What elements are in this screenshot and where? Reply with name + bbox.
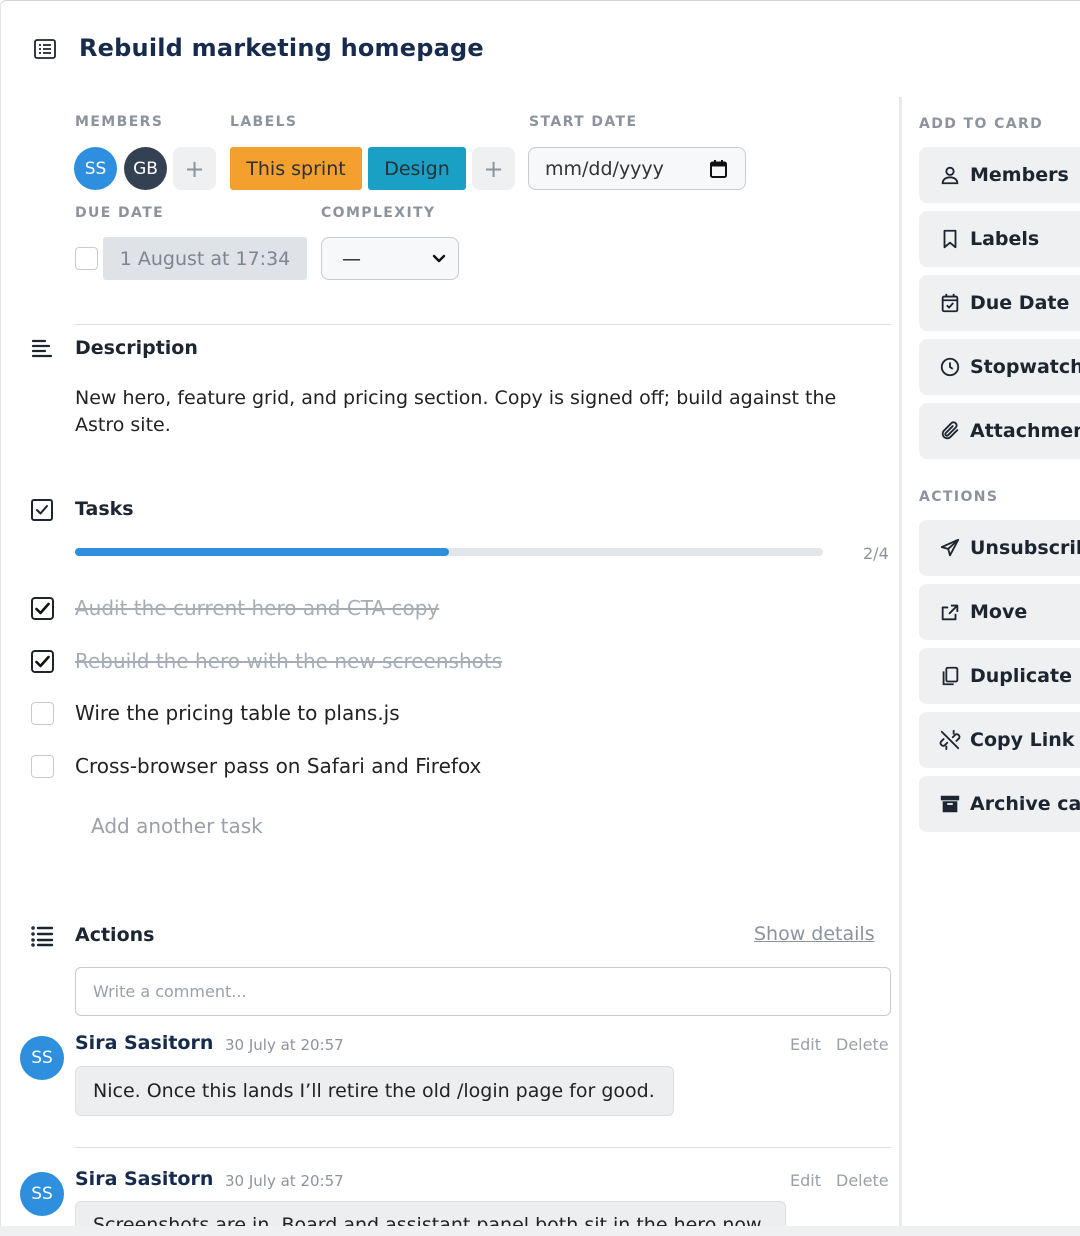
- comment-avatar[interactable]: SS: [20, 1172, 64, 1216]
- members-label: MEMBERS: [75, 114, 164, 130]
- task-checkbox[interactable]: [31, 755, 54, 778]
- sidebar-button-label: Members: [970, 164, 1069, 186]
- start-date-placeholder: mm/dd/yyyy: [545, 157, 664, 180]
- tasks-progress-fill: [75, 548, 449, 556]
- checkbox-icon: [31, 499, 53, 521]
- user-icon: [941, 166, 959, 185]
- sidebar-due-date-button[interactable]: Due Date: [919, 275, 1080, 331]
- card-title[interactable]: Rebuild marketing homepage: [79, 34, 484, 62]
- sidebar-button-label: Archive card: [970, 793, 1080, 815]
- member-avatar[interactable]: SS: [74, 147, 117, 190]
- sidebar-stopwatch-button[interactable]: Stopwatch: [919, 339, 1080, 395]
- sidebar-button-label: Move: [970, 601, 1028, 623]
- activity-list-icon: [31, 926, 54, 947]
- due-date-label: DUE DATE: [75, 205, 165, 221]
- task-checkbox[interactable]: [31, 650, 54, 673]
- tasks-progress-text: 2/4: [863, 544, 889, 563]
- comment-author: Sira Sasitorn: [75, 1168, 214, 1190]
- sidebar-members-button[interactable]: Members: [919, 147, 1080, 203]
- task-text[interactable]: Rebuild the hero with the new screenshot…: [75, 649, 502, 673]
- comment-time: 30 July at 20:57: [225, 1172, 344, 1190]
- comment-avatar[interactable]: SS: [20, 1036, 64, 1080]
- task-text[interactable]: Cross-browser pass on Safari and Firefox: [75, 754, 481, 778]
- add-to-card-label: ADD TO CARD: [919, 116, 1044, 132]
- chevron-down-icon: [432, 254, 446, 263]
- bookmark-icon: [943, 229, 957, 249]
- archive-icon: [940, 795, 960, 813]
- comment-author: Sira Sasitorn: [75, 1032, 214, 1054]
- description-text[interactable]: New hero, feature grid, and pricing sect…: [75, 385, 865, 439]
- calendar-icon[interactable]: [710, 160, 727, 178]
- clock-icon: [940, 357, 960, 377]
- card-modal: Rebuild marketing homepage MEMBERS LABEL…: [0, 0, 1080, 1226]
- sidebar-duplicate-button[interactable]: Duplicate: [919, 648, 1080, 704]
- tasks-title: Tasks: [75, 498, 134, 520]
- add-member-button[interactable]: +: [173, 147, 216, 190]
- complexity-value: —: [342, 247, 361, 270]
- comment-edit-link[interactable]: Edit: [790, 1035, 821, 1054]
- sidebar-button-label: Duplicate: [970, 665, 1072, 687]
- paper-plane-icon: [940, 538, 960, 557]
- sidebar-attachment-button[interactable]: Attachment: [919, 403, 1080, 459]
- paperclip-icon: [941, 421, 959, 440]
- tasks-progress-bar: [75, 548, 823, 556]
- divider: [75, 324, 891, 325]
- sidebar-labels-button[interactable]: Labels: [919, 211, 1080, 267]
- card-list-icon: [34, 39, 56, 59]
- copy-icon: [942, 666, 959, 686]
- card-main: Rebuild marketing homepage MEMBERS LABEL…: [1, 1, 901, 1226]
- comment-time: 30 July at 20:57: [225, 1036, 344, 1054]
- show-details-link[interactable]: Show details: [754, 923, 875, 945]
- sidebar-archive-button[interactable]: Archive card: [919, 776, 1080, 832]
- description-title: Description: [75, 337, 198, 359]
- share-icon: [941, 604, 959, 621]
- sidebar-divider: [899, 97, 902, 1226]
- due-date-button[interactable]: 1 August at 17:34: [103, 237, 307, 280]
- due-date-checkbox[interactable]: [75, 247, 98, 270]
- sidebar-button-label: Unsubscribe: [970, 537, 1080, 559]
- divider: [75, 1147, 891, 1148]
- bottom-strip: [0, 1226, 1080, 1236]
- add-task-input[interactable]: Add another task: [91, 814, 263, 838]
- actions-label: ACTIONS: [919, 489, 999, 505]
- start-date-input[interactable]: mm/dd/yyyy: [528, 147, 746, 190]
- complexity-label: COMPLEXITY: [321, 205, 436, 221]
- comment-input[interactable]: Write a comment...: [75, 967, 891, 1016]
- actions-title: Actions: [75, 924, 155, 946]
- comment-body: Nice. Once this lands I’ll retire the ol…: [75, 1066, 674, 1116]
- start-date-label: START DATE: [529, 114, 638, 130]
- sidebar-button-label: Stopwatch: [970, 356, 1080, 378]
- check-icon: [35, 655, 50, 668]
- comment-body: Screenshots are in. Board and assistant …: [75, 1201, 786, 1226]
- comment-delete-link[interactable]: Delete: [836, 1035, 889, 1054]
- comment-edit-link[interactable]: Edit: [790, 1171, 821, 1190]
- comment-delete-link[interactable]: Delete: [836, 1171, 889, 1190]
- complexity-select[interactable]: —: [321, 237, 459, 280]
- add-label-button[interactable]: +: [472, 147, 515, 190]
- calendar-check-icon: [941, 293, 959, 313]
- check-icon: [35, 602, 50, 615]
- sidebar-button-label: Due Date: [970, 292, 1070, 314]
- sidebar-copy-link-button[interactable]: Copy Link: [919, 712, 1080, 768]
- task-text[interactable]: Wire the pricing table to plans.js: [75, 701, 400, 725]
- task-text[interactable]: Audit the current hero and CTA copy: [75, 596, 439, 620]
- description-icon: [31, 339, 53, 358]
- label-chip[interactable]: This sprint: [230, 147, 362, 190]
- sidebar-button-label: Copy Link: [970, 729, 1075, 751]
- unlink-icon: [939, 729, 961, 751]
- labels-label: LABELS: [230, 114, 298, 130]
- task-checkbox[interactable]: [31, 702, 54, 725]
- sidebar-move-button[interactable]: Move: [919, 584, 1080, 640]
- sidebar-unsubscribe-button[interactable]: Unsubscribe: [919, 520, 1080, 576]
- task-checkbox[interactable]: [31, 597, 54, 620]
- member-avatar[interactable]: GB: [124, 147, 167, 190]
- sidebar-button-label: Attachment: [970, 420, 1080, 442]
- label-chip[interactable]: Design: [368, 147, 466, 190]
- sidebar-button-label: Labels: [970, 228, 1040, 250]
